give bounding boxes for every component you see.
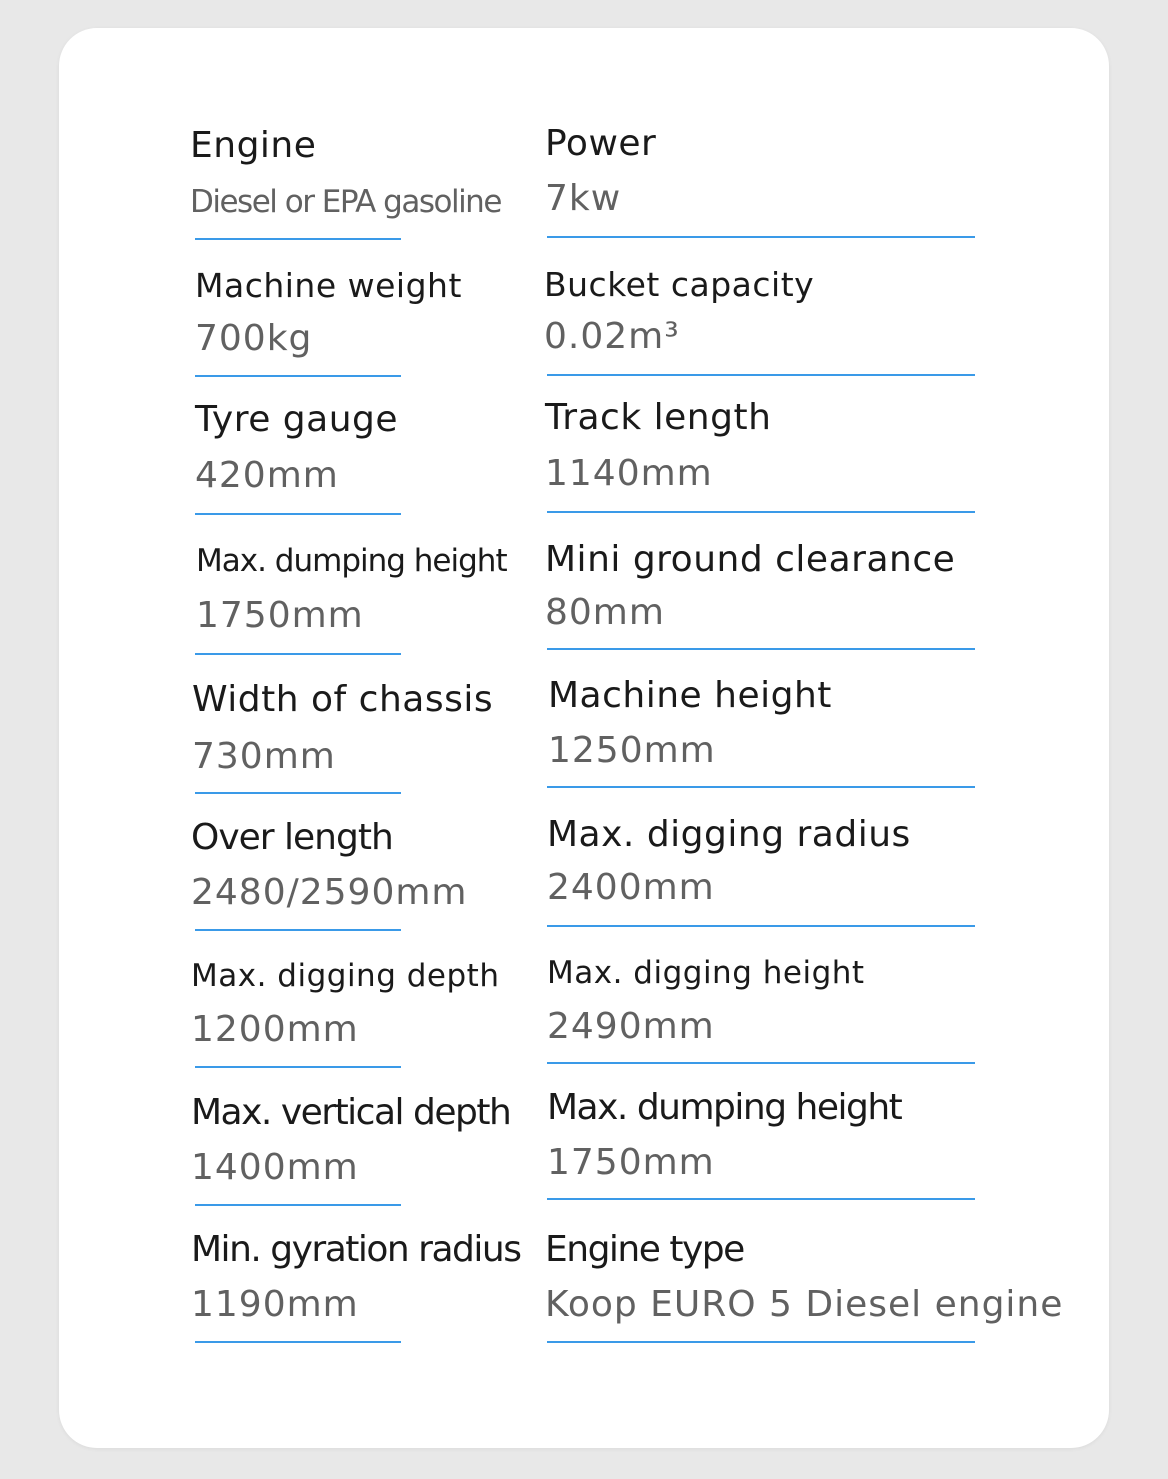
- spec-card: Engine Diesel or EPA gasoline Power 7kw …: [59, 28, 1109, 1448]
- spec-value: 1200mm: [191, 1009, 359, 1050]
- spec-label: Engine: [190, 125, 317, 166]
- spec-value: 2480/2590mm: [191, 872, 468, 913]
- spec-label: Tyre gauge: [195, 399, 399, 440]
- spec-label: Max. digging depth: [191, 958, 500, 994]
- spec-label: Max. digging radius: [547, 814, 911, 855]
- spec-value: 1140mm: [545, 453, 713, 494]
- spec-label: Max. vertical depth: [191, 1092, 512, 1133]
- spec-underline: [547, 236, 975, 238]
- spec-label: Power: [545, 123, 657, 164]
- spec-value: Koop EURO 5 Diesel engine: [545, 1284, 1064, 1325]
- spec-value: 1750mm: [196, 595, 364, 636]
- spec-underline: [547, 648, 975, 650]
- spec-underline: [195, 513, 401, 515]
- spec-underline: [195, 929, 401, 931]
- spec-value: 2490mm: [547, 1006, 715, 1047]
- spec-value: 1250mm: [548, 730, 716, 771]
- spec-underline: [547, 925, 975, 927]
- spec-underline: [195, 1204, 401, 1206]
- spec-underline: [195, 653, 401, 655]
- spec-label: Engine type: [545, 1229, 745, 1270]
- spec-value: 730mm: [192, 736, 336, 777]
- spec-value: 420mm: [195, 455, 339, 496]
- spec-value: 80mm: [545, 592, 665, 633]
- spec-underline: [547, 1198, 975, 1200]
- spec-value: 1750mm: [547, 1142, 715, 1183]
- spec-underline: [547, 786, 975, 788]
- spec-underline: [547, 1062, 975, 1064]
- spec-label: Max. dumping height: [547, 1087, 903, 1128]
- spec-value: Diesel or EPA gasoline: [190, 184, 502, 220]
- spec-underline: [195, 375, 401, 377]
- spec-value: 1400mm: [191, 1147, 359, 1188]
- spec-underline: [547, 511, 975, 513]
- spec-underline: [547, 1341, 975, 1343]
- spec-value: 2400mm: [547, 867, 715, 908]
- spec-underline: [547, 374, 975, 376]
- spec-value: 700kg: [195, 318, 313, 359]
- spec-label: Over length: [191, 817, 394, 858]
- spec-label: Min. gyration radius: [191, 1229, 522, 1270]
- spec-value: 7kw: [545, 178, 622, 219]
- spec-underline: [195, 238, 401, 240]
- spec-label: Max. digging height: [547, 955, 865, 991]
- spec-label: Machine height: [548, 675, 832, 716]
- spec-label: Width of chassis: [192, 679, 494, 720]
- spec-underline: [195, 1066, 401, 1068]
- spec-label: Bucket capacity: [544, 265, 815, 304]
- spec-label: Track length: [545, 397, 772, 438]
- spec-underline: [195, 1341, 401, 1343]
- spec-value: 0.02m³: [544, 316, 680, 357]
- spec-label: Mini ground clearance: [545, 539, 956, 580]
- spec-label: Max. dumping height: [196, 543, 508, 579]
- spec-label: Machine weight: [195, 266, 462, 305]
- spec-value: 1190mm: [191, 1284, 359, 1325]
- spec-underline: [195, 792, 401, 794]
